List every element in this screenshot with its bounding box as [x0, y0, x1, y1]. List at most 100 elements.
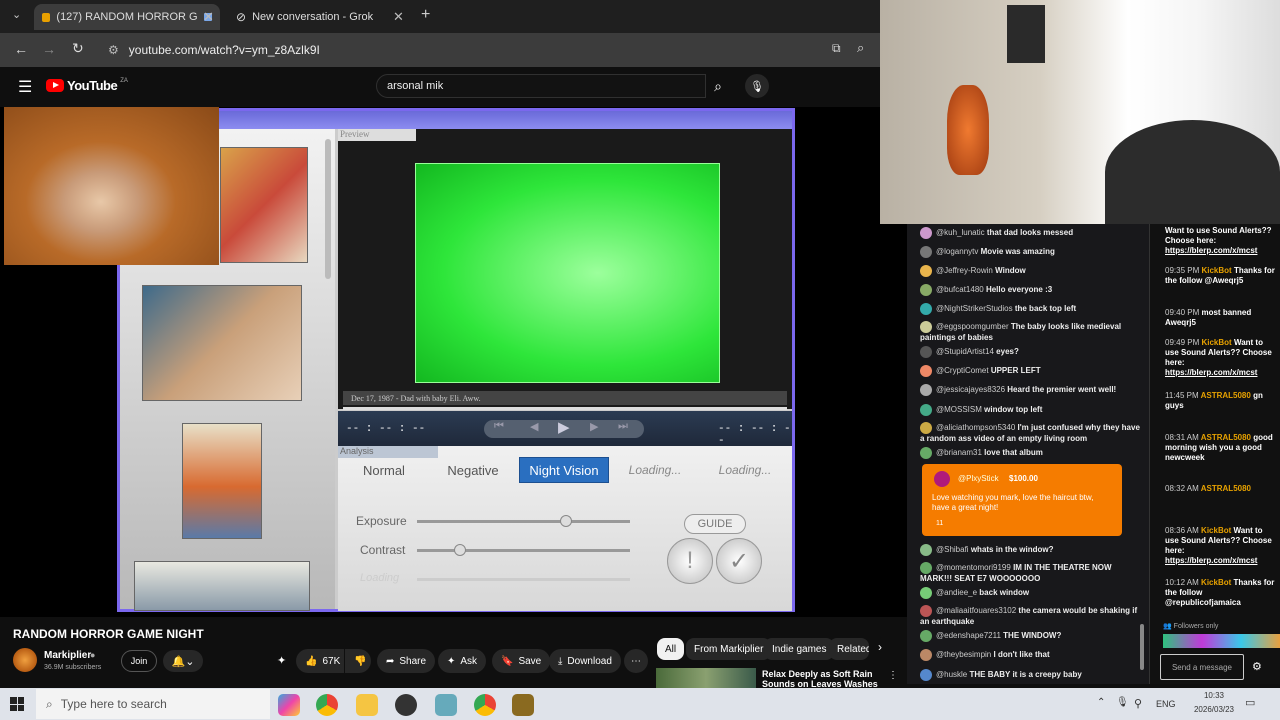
chip-from-markiplier[interactable]: From Markiplier — [686, 638, 772, 660]
site-info-icon[interactable]: ⚙ — [108, 43, 119, 57]
sound-alerts-link[interactable]: https://blerp.com/x/mcst — [1165, 556, 1257, 565]
chat-username: @kuh_lunatic — [936, 228, 985, 238]
chrome-profile-icon[interactable] — [474, 694, 496, 716]
youtube-logo[interactable]: YouTube ZA — [46, 78, 128, 93]
photo-thumbnail[interactable] — [134, 561, 310, 611]
recommended-more-icon[interactable]: ⋮ — [888, 670, 898, 681]
voice-search-icon[interactable]: 🎙 — [745, 74, 769, 98]
chat-username: @huskle — [936, 670, 968, 680]
tab-list-dropdown-icon[interactable]: ⌄ — [12, 8, 21, 21]
search-input[interactable]: arsonal mik — [376, 74, 706, 98]
network-tray-icon[interactable]: ⚲ — [1134, 697, 1142, 710]
filter-button-night-vision[interactable]: Night Vision — [519, 457, 609, 483]
clock-time[interactable]: 10:33 — [1194, 691, 1234, 700]
chat-message: @kuh_lunatic that dad looks messed — [920, 227, 1145, 239]
rewind-icon[interactable]: ⏮ — [494, 420, 504, 433]
chip-all[interactable]: All — [657, 638, 685, 660]
obs-icon[interactable] — [395, 694, 417, 716]
chip-indie-games[interactable]: Indie games — [764, 638, 835, 660]
game-app-icon[interactable] — [512, 694, 534, 716]
exposure-slider[interactable] — [417, 520, 630, 523]
tray-chevron-icon[interactable]: ⌃ — [1097, 697, 1105, 708]
share-button[interactable]: ➦ Share — [377, 649, 436, 673]
chat-settings-icon[interactable]: ⚙ — [1252, 660, 1262, 673]
contrast-slider-knob[interactable] — [454, 544, 466, 556]
preview-progress-bar[interactable] — [343, 407, 787, 410]
save-button[interactable]: 🔖 Save — [492, 649, 551, 673]
new-tab-icon[interactable]: + — [421, 6, 430, 24]
filter-button-negative[interactable]: Negative — [430, 455, 516, 485]
subscribed-bell-button[interactable]: 🔔⌄ — [163, 650, 203, 672]
chat-message: @logannytv Movie was amazing — [920, 246, 1145, 258]
photo-thumbnail[interactable] — [142, 285, 302, 401]
tab-youtube[interactable]: (127) RANDOM HORROR G — [34, 4, 220, 30]
snipping-tool-icon[interactable] — [435, 694, 457, 716]
filter-button-loading[interactable]: Loading... — [612, 455, 698, 485]
clock-date[interactable]: 2026/03/23 — [1186, 705, 1242, 714]
join-button[interactable]: Join — [121, 650, 157, 672]
kick-chat-user: KickBot — [1201, 266, 1232, 275]
filter-button-normal[interactable]: Normal — [340, 455, 428, 485]
exposure-slider-knob[interactable] — [560, 515, 572, 527]
search-icon: ⌕ — [46, 696, 53, 711]
cast-icon[interactable]: ⧉ — [832, 41, 841, 56]
reload-icon[interactable]: ↻ — [72, 40, 84, 57]
filter-button-loading[interactable]: Loading... — [702, 455, 788, 485]
zoom-icon[interactable]: ⌕ — [857, 40, 864, 56]
chrome-icon[interactable] — [316, 694, 338, 716]
channel-name[interactable]: Markiplier — [44, 650, 91, 661]
game-title-bar — [120, 111, 792, 129]
tab-grok[interactable]: ⊘ New conversation - Grok — [228, 4, 408, 30]
alert-button[interactable]: ! — [667, 538, 713, 584]
play-icon[interactable]: ▶ — [558, 418, 570, 436]
kick-chat-message: 08:32 AM ASTRAL5080 — [1165, 484, 1277, 494]
more-actions-button[interactable]: ⋯ — [624, 649, 648, 673]
guide-button[interactable]: GUIDE — [684, 514, 746, 534]
step-forward-icon[interactable]: ▶ — [590, 420, 598, 433]
notifications-icon[interactable]: ▭ — [1245, 696, 1255, 709]
chat-scrollbar[interactable] — [1140, 624, 1144, 670]
forward-icon[interactable]: → — [42, 41, 56, 57]
chat-username: @andiee_e — [936, 588, 978, 598]
gift-icon[interactable]: ✦ — [277, 654, 286, 667]
close-tab-icon[interactable]: ✕ — [203, 9, 214, 25]
language-indicator[interactable]: ENG — [1156, 699, 1176, 709]
contrast-slider[interactable] — [417, 549, 630, 552]
verified-icon: ● — [90, 650, 96, 660]
chat-message: @StupidArtist14 eyes? — [920, 346, 1145, 358]
dislike-button[interactable]: 👎 — [345, 649, 371, 673]
recommended-title[interactable]: Relax Deeply as Soft Rain Sounds on Leav… — [762, 669, 882, 688]
kick-chat-time: 09:35 PM — [1165, 266, 1200, 275]
like-button[interactable]: 👍 67K — [296, 649, 344, 673]
chips-next-icon[interactable]: › — [878, 640, 882, 654]
photo-thumbnail[interactable] — [182, 423, 262, 539]
chat-text: THE WINDOW? — [1003, 631, 1062, 641]
chat-text: UPPER LEFT — [990, 366, 1041, 376]
fast-forward-icon[interactable]: ⏭ — [618, 420, 628, 433]
photo-thumbnail[interactable] — [220, 147, 308, 263]
address-field[interactable]: ⚙ youtube.com/watch?v=ym_z8Azlk9I — [100, 38, 820, 62]
confirm-check-button[interactable]: ✓ — [716, 538, 762, 584]
close-tab-icon[interactable]: ✕ — [393, 9, 404, 25]
recommended-thumbnail[interactable] — [656, 668, 756, 688]
chat-message: @Shibafi whats in the window? — [920, 544, 1145, 556]
copilot-icon[interactable] — [278, 694, 300, 716]
taskbar-search-box[interactable]: ⌕ Type here to search — [36, 689, 270, 719]
windows-start-icon[interactable] — [10, 697, 24, 711]
file-explorer-icon[interactable] — [356, 694, 378, 716]
back-icon[interactable]: ← — [14, 41, 28, 57]
step-back-icon[interactable]: ◀ — [530, 420, 538, 433]
sound-alerts-link[interactable]: https://blerp.com/x/mcst — [1165, 246, 1257, 255]
chat-avatar — [920, 669, 932, 681]
ask-button[interactable]: ✦ Ask — [438, 649, 487, 673]
thumb-scrollbar[interactable] — [325, 139, 331, 279]
microphone-tray-icon[interactable]: 🎙 — [1116, 697, 1129, 708]
channel-avatar[interactable] — [13, 648, 37, 672]
download-button[interactable]: ⤓ Download — [549, 649, 621, 673]
chat-avatar — [920, 447, 932, 459]
menu-icon[interactable]: ☰ — [18, 77, 32, 97]
chip-related[interactable]: Related — [829, 638, 869, 660]
send-message-input[interactable]: Send a message — [1160, 654, 1244, 680]
sound-alerts-link[interactable]: https://blerp.com/x/mcst — [1165, 368, 1257, 377]
search-button[interactable]: ⌕ — [704, 74, 732, 98]
